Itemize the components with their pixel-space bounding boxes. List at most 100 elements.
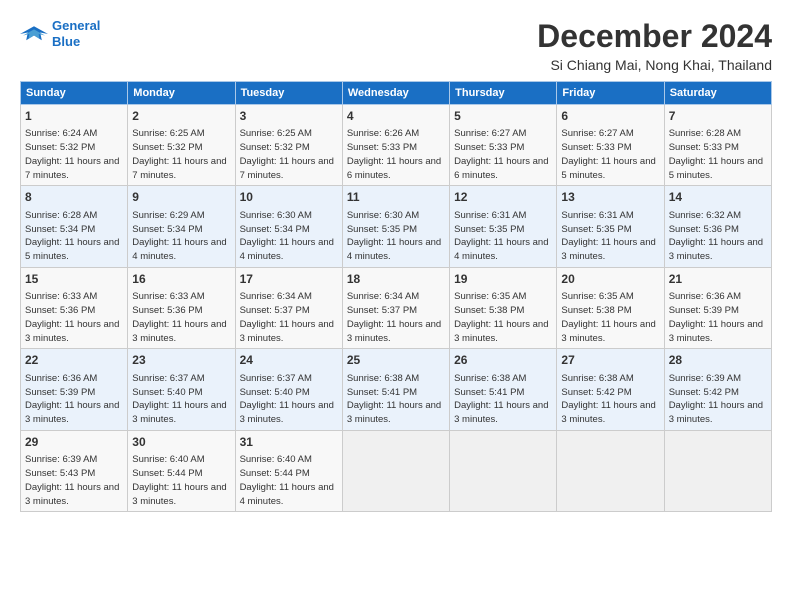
daylight: Daylight: 11 hours and 3 minutes. [561,400,655,425]
sunrise: Sunrise: 6:31 AM [454,210,526,221]
col-saturday: Saturday [664,82,771,105]
day-number: 11 [347,189,445,206]
day-number: 24 [240,352,338,369]
day-number: 8 [25,189,123,206]
table-row: 2Sunrise: 6:25 AMSunset: 5:32 PMDaylight… [128,105,235,186]
sunrise: Sunrise: 6:36 AM [669,291,741,302]
sunset: Sunset: 5:33 PM [347,142,417,153]
table-row: 12 Sunrise: 6:31 AM Sunset: 5:35 PM Dayligh… [450,186,557,267]
day-number: 7 [669,108,767,125]
sunset: Sunset: 5:38 PM [561,305,631,316]
table-row [342,430,449,511]
day-number: 18 [347,271,445,288]
table-row: 17Sunrise: 6:34 AMSunset: 5:37 PMDayligh… [235,267,342,348]
table-row: 9Sunrise: 6:29 AMSunset: 5:34 PMDaylight… [128,186,235,267]
sunrise: Sunrise: 6:38 AM [561,373,633,384]
table-row [664,430,771,511]
table-row: 19Sunrise: 6:35 AMSunset: 5:38 PMDayligh… [450,267,557,348]
day-number: 15 [25,271,123,288]
location-title: Si Chiang Mai, Nong Khai, Thailand [537,57,772,73]
daylight: Daylight: 11 hours and 3 minutes. [240,319,334,344]
header: General Blue December 2024 Si Chiang Mai… [20,18,772,73]
daylight: Daylight: 11 hours and 5 minutes. [669,156,763,181]
logo-icon [20,23,48,45]
sunrise: Sunrise: 6:37 AM [240,373,312,384]
daylight: Daylight: 11 hours and 4 minutes. [454,237,548,262]
daylight: Daylight: 11 hours and 3 minutes. [561,237,655,262]
sunrise: Sunrise: 6:30 AM [240,210,312,221]
sunset: Sunset: 5:42 PM [669,387,739,398]
day-number: 21 [669,271,767,288]
title-block: December 2024 Si Chiang Mai, Nong Khai, … [537,18,772,73]
table-row: 29Sunrise: 6:39 AMSunset: 5:43 PMDayligh… [21,430,128,511]
sunset: Sunset: 5:34 PM [132,224,202,235]
day-number: 2 [132,108,230,125]
daylight: Daylight: 11 hours and 3 minutes. [25,319,119,344]
daylight: Daylight: 11 hours and 3 minutes. [454,400,548,425]
day-number: 14 [669,189,767,206]
calendar-header: Sunday Monday Tuesday Wednesday Thursday… [21,82,772,105]
sunset: Sunset: 5:35 PM [561,224,631,235]
sunrise: Sunrise: 6:30 AM [347,210,419,221]
table-row: 27Sunrise: 6:38 AMSunset: 5:42 PMDayligh… [557,349,664,430]
daylight: Daylight: 11 hours and 3 minutes. [347,400,441,425]
daylight: Daylight: 11 hours and 3 minutes. [669,319,763,344]
logo-text: General Blue [52,18,100,49]
sunrise: Sunrise: 6:29 AM [132,210,204,221]
sunset: Sunset: 5:33 PM [561,142,631,153]
table-row: 24Sunrise: 6:37 AMSunset: 5:40 PMDayligh… [235,349,342,430]
sunrise: Sunrise: 6:34 AM [347,291,419,302]
sunrise: Sunrise: 6:40 AM [132,454,204,465]
sunrise: Sunrise: 6:32 AM [669,210,741,221]
sunset: Sunset: 5:40 PM [132,387,202,398]
col-wednesday: Wednesday [342,82,449,105]
col-friday: Friday [557,82,664,105]
sunset: Sunset: 5:44 PM [132,468,202,479]
sunrise: Sunrise: 6:25 AM [240,128,312,139]
sunset: Sunset: 5:42 PM [561,387,631,398]
calendar-table: Sunday Monday Tuesday Wednesday Thursday… [20,81,772,512]
day-number: 1 [25,108,123,125]
table-row: 20Sunrise: 6:35 AMSunset: 5:38 PMDayligh… [557,267,664,348]
daylight: Daylight: 11 hours and 6 minutes. [454,156,548,181]
sunset: Sunset: 5:32 PM [132,142,202,153]
sunrise: Sunrise: 6:39 AM [25,454,97,465]
sunset: Sunset: 5:39 PM [25,387,95,398]
sunset: Sunset: 5:35 PM [454,224,524,235]
table-row: 15Sunrise: 6:33 AMSunset: 5:36 PMDayligh… [21,267,128,348]
table-row: 11Sunrise: 6:30 AMSunset: 5:35 PMDayligh… [342,186,449,267]
table-row: 1Sunrise: 6:24 AMSunset: 5:32 PMDaylight… [21,105,128,186]
sunrise: Sunrise: 6:36 AM [25,373,97,384]
day-number: 9 [132,189,230,206]
day-number: 5 [454,108,552,125]
day-number: 23 [132,352,230,369]
col-tuesday: Tuesday [235,82,342,105]
table-row: 30Sunrise: 6:40 AMSunset: 5:44 PMDayligh… [128,430,235,511]
day-number: 12 [454,189,552,206]
header-row: Sunday Monday Tuesday Wednesday Thursday… [21,82,772,105]
day-number: 30 [132,434,230,451]
sunrise: Sunrise: 6:33 AM [132,291,204,302]
day-number: 10 [240,189,338,206]
table-row [557,430,664,511]
daylight: Daylight: 11 hours and 4 minutes. [347,237,441,262]
logo-line2: Blue [52,34,80,49]
day-number: 29 [25,434,123,451]
day-number: 6 [561,108,659,125]
sunrise: Sunrise: 6:27 AM [561,128,633,139]
sunset: Sunset: 5:34 PM [25,224,95,235]
daylight: Daylight: 11 hours and 3 minutes. [132,319,226,344]
day-number: 25 [347,352,445,369]
calendar-body: 1Sunrise: 6:24 AMSunset: 5:32 PMDaylight… [21,105,772,512]
daylight: Daylight: 11 hours and 3 minutes. [25,400,119,425]
sunset: Sunset: 5:33 PM [669,142,739,153]
sunset: Sunset: 5:32 PM [240,142,310,153]
table-row [450,430,557,511]
table-row: 10Sunrise: 6:30 AMSunset: 5:34 PMDayligh… [235,186,342,267]
sunrise: Sunrise: 6:38 AM [454,373,526,384]
sunset: Sunset: 5:44 PM [240,468,310,479]
day-number: 17 [240,271,338,288]
daylight: Daylight: 11 hours and 7 minutes. [132,156,226,181]
table-row: 28Sunrise: 6:39 AMSunset: 5:42 PMDayligh… [664,349,771,430]
daylight: Daylight: 11 hours and 5 minutes. [561,156,655,181]
